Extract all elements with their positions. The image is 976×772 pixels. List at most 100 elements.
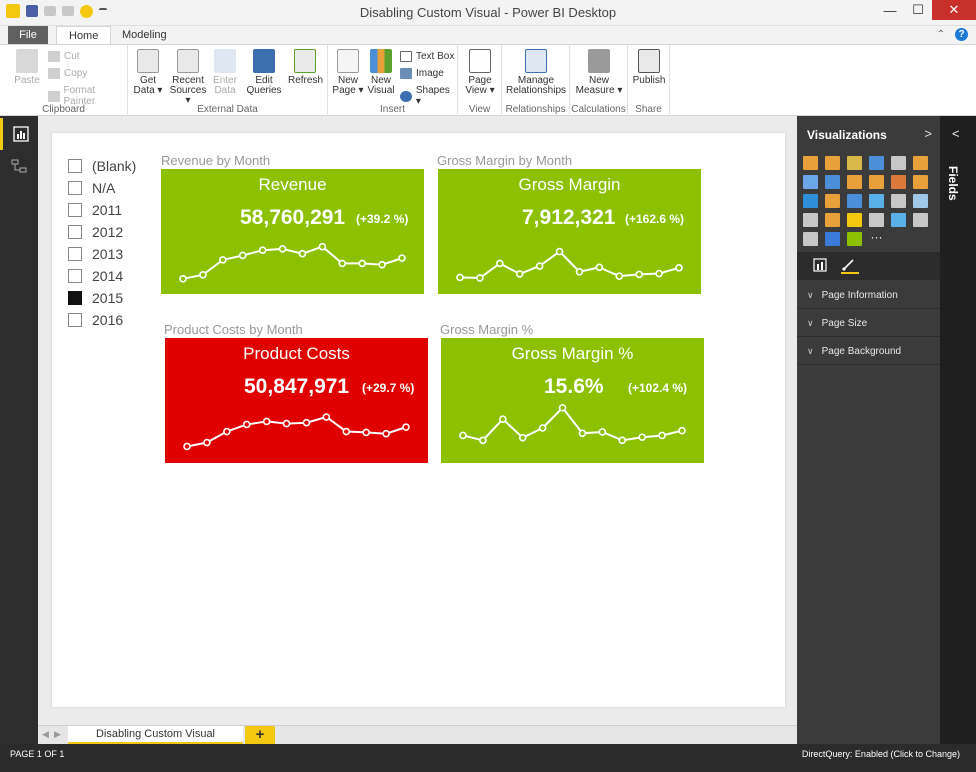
sparkline-point: [199, 271, 207, 279]
slicer-item[interactable]: 2011: [68, 199, 136, 221]
visual-type-icon[interactable]: [803, 175, 818, 189]
prev-page-icon[interactable]: ◀: [42, 729, 49, 740]
visual-type-icon[interactable]: [913, 213, 928, 227]
slicer-item-label: 2016: [92, 312, 124, 328]
add-page-button[interactable]: +: [245, 726, 275, 745]
format-section[interactable]: ∨ Page Size: [797, 310, 940, 337]
visual-type-icon[interactable]: [913, 175, 928, 189]
format-section[interactable]: ∨ Page Information: [797, 282, 940, 309]
visual-type-icon[interactable]: [803, 232, 818, 246]
collapse-viz-pane-icon[interactable]: >: [924, 126, 932, 141]
visual-type-icon[interactable]: [847, 175, 862, 189]
format-section[interactable]: ∨ Page Background: [797, 338, 940, 365]
visual-type-icon[interactable]: [847, 213, 862, 227]
slicer-item[interactable]: 2013: [68, 243, 136, 265]
visual-type-icon[interactable]: [803, 213, 818, 227]
slicer-item[interactable]: (Blank): [68, 155, 136, 177]
slicer-item[interactable]: 2014: [68, 265, 136, 287]
paste-button[interactable]: Paste: [12, 49, 42, 86]
slicer-checkbox[interactable]: [68, 225, 82, 239]
next-page-icon[interactable]: ▶: [54, 729, 61, 740]
visual-type-icon[interactable]: [825, 213, 840, 227]
kpi-card[interactable]: Revenue 58,760,291 (+39.2 %): [161, 169, 424, 294]
kpi-card[interactable]: Product Costs 50,847,971 (+29.7 %): [165, 338, 428, 463]
visual-type-icon[interactable]: [825, 232, 840, 246]
text-box-label: Text Box: [416, 51, 455, 62]
visual-type-icon[interactable]: [913, 194, 928, 208]
slicer-checkbox[interactable]: [68, 247, 82, 261]
slicer-checkbox[interactable]: [68, 269, 82, 283]
visual-type-icon[interactable]: [891, 175, 906, 189]
visual-type-icon[interactable]: [847, 232, 862, 246]
copy-button[interactable]: Copy: [48, 68, 87, 79]
visual-type-icon[interactable]: [825, 156, 840, 170]
visual-type-icon[interactable]: [869, 175, 884, 189]
slicer-checkbox[interactable]: [68, 313, 82, 327]
slicer-item[interactable]: 2012: [68, 221, 136, 243]
report-view-button[interactable]: [0, 118, 38, 150]
cut-button[interactable]: Cut: [48, 51, 80, 62]
help-icon[interactable]: ?: [955, 28, 968, 41]
recent-sources-label: Recent Sources ▾: [169, 75, 207, 106]
image-icon: [400, 68, 412, 79]
directquery-status[interactable]: DirectQuery: Enabled (Click to Change): [802, 749, 960, 759]
sparkline-point: [518, 433, 527, 442]
image-button[interactable]: Image: [400, 68, 444, 79]
new-visual-button[interactable]: New Visual: [366, 49, 396, 96]
relationships-view-button[interactable]: [0, 150, 38, 182]
get-data-label: Get Data ▾: [133, 75, 163, 96]
kpi-card[interactable]: Gross Margin 7,912,321 (+162.6 %): [438, 169, 701, 294]
refresh-button[interactable]: Refresh: [288, 49, 323, 86]
text-box-button[interactable]: Text Box: [400, 51, 454, 62]
get-data-button[interactable]: Get Data ▾: [132, 49, 164, 96]
more-visuals-icon[interactable]: ···: [869, 231, 884, 246]
page-view-button[interactable]: Page View ▾: [462, 49, 498, 96]
new-page-button[interactable]: New Page ▾: [332, 49, 364, 96]
format-tab[interactable]: [841, 258, 859, 274]
slicer-checkbox[interactable]: [68, 203, 82, 217]
publish-button[interactable]: Publish: [630, 49, 668, 86]
sparkline-point: [575, 267, 584, 276]
visual-type-icon[interactable]: [825, 175, 840, 189]
sparkline-point: [638, 433, 646, 442]
visual-type-icon[interactable]: [803, 156, 818, 170]
recent-sources-button[interactable]: Recent Sources ▾: [166, 49, 210, 106]
enter-data-button[interactable]: Enter Data: [210, 49, 240, 96]
relationships-icon: [525, 49, 547, 73]
slicer-item[interactable]: 2015: [68, 287, 136, 309]
visual-type-icon[interactable]: [913, 156, 928, 170]
kpi-card[interactable]: Gross Margin % 15.6% (+102.4 %): [441, 338, 704, 463]
page-tab-active[interactable]: Disabling Custom Visual: [68, 726, 243, 745]
edit-queries-button[interactable]: Edit Queries: [246, 49, 282, 96]
visual-type-icon[interactable]: [847, 194, 862, 208]
collapse-ribbon-icon[interactable]: ⌃: [937, 29, 945, 40]
close-button[interactable]: ✕: [932, 0, 976, 20]
group-calculations: New Measure ▾ Calculations: [570, 45, 628, 117]
fields-tab[interactable]: [813, 258, 831, 274]
visual-type-icon[interactable]: [891, 213, 906, 227]
minimize-button[interactable]: —: [876, 0, 904, 20]
slicer-checkbox[interactable]: [68, 159, 82, 173]
expand-fields-pane-icon[interactable]: <: [952, 126, 960, 141]
visual-type-icon[interactable]: [891, 156, 906, 170]
fields-pane[interactable]: < Fields: [940, 116, 976, 744]
slicer-item[interactable]: N/A: [68, 177, 136, 199]
manage-relationships-button[interactable]: Manage Relationships: [504, 49, 568, 96]
visual-type-icon[interactable]: [825, 194, 840, 208]
tab-file[interactable]: File: [8, 26, 48, 44]
tab-modeling[interactable]: Modeling: [110, 26, 179, 44]
visual-type-icon[interactable]: [891, 194, 906, 208]
visual-type-icon[interactable]: [869, 213, 884, 227]
new-measure-button[interactable]: New Measure ▾: [572, 49, 626, 96]
visual-type-icon[interactable]: [869, 156, 884, 170]
slicer-item[interactable]: 2016: [68, 309, 136, 331]
slicer-checkbox[interactable]: [68, 181, 82, 195]
slicer-checkbox[interactable]: [68, 291, 82, 305]
visual-type-icon[interactable]: [803, 194, 818, 208]
tab-home[interactable]: Home: [56, 26, 112, 44]
group-clipboard: Paste Cut Copy Format Painter Clipboard: [0, 45, 128, 117]
visual-type-icon[interactable]: [847, 156, 862, 170]
enter-data-label: Enter Data: [213, 75, 237, 96]
visual-type-icon[interactable]: [869, 194, 884, 208]
maximize-button[interactable]: ☐: [904, 0, 932, 20]
